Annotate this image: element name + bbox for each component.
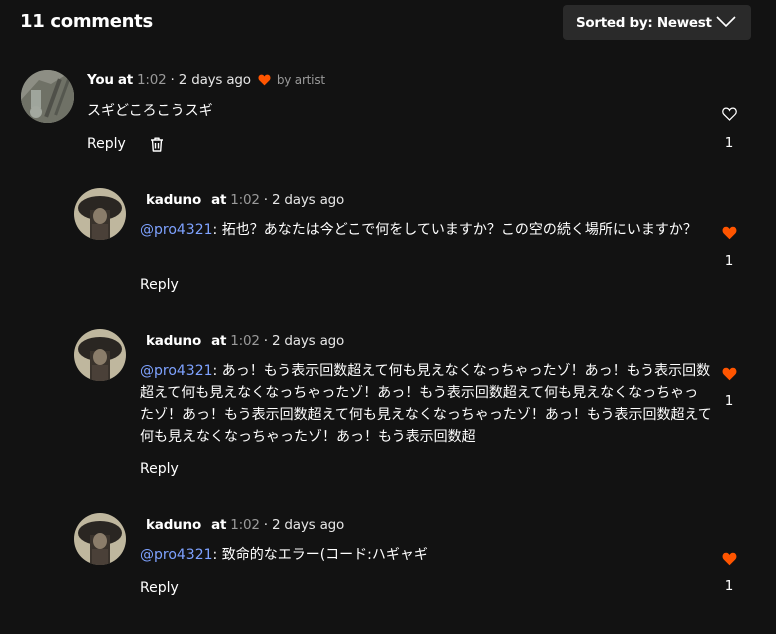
reply-button[interactable]: Reply [140,580,179,596]
avatar[interactable] [74,188,126,240]
comment-author[interactable]: kaduno [146,517,201,533]
like-count: 1 [724,253,734,269]
heart-filled-icon[interactable] [722,552,737,566]
heart-outline-icon[interactable] [722,107,737,121]
comment-at-label: at [117,72,133,88]
comment-text: @pro4321: 拓也？あなたは今どこで何をしていますか？この空の続く場所にい… [140,219,712,241]
artist-heart-icon [258,74,271,86]
comment-message: : 拓也？あなたは今どこで何をしていますか？この空の続く場所にいますか？ [212,222,697,238]
reply-button[interactable]: Reply [140,277,179,293]
avatar[interactable] [74,513,126,565]
comment-text: スギどころこうスギ [87,103,213,119]
comment-age: · 2 days ago [170,72,252,88]
comment-timestamp-link[interactable]: 1:02 [230,192,260,208]
like-count: 1 [724,135,734,151]
trash-icon[interactable] [150,137,164,152]
like-count: 1 [724,578,734,594]
comment-text: @pro4321: 致命的なエラー(コード:ハギャギ [140,544,712,566]
mention-link[interactable]: @pro4321 [140,547,213,563]
reply-button[interactable]: Reply [140,461,179,477]
comment-at-label: at [211,192,227,208]
comment-text: @pro4321: あっ！もう表示回数超えて何も見えなくなっちゃったゾ！あっ！も… [140,360,712,448]
sort-dropdown[interactable]: Sorted by: Newest [563,5,751,40]
comment-message: : あっ！もう表示回数超えて何も見えなくなっちゃったゾ！あっ！もう表示回数超えて… [140,363,712,445]
avatar[interactable] [21,70,74,123]
by-artist-label: by artist [276,73,325,87]
comment-author[interactable]: You [87,72,114,88]
comment-author[interactable]: kaduno [146,333,201,349]
heart-filled-icon[interactable] [722,226,737,240]
comment-at-label: at [211,517,227,533]
comment-timestamp-link[interactable]: 1:02 [137,72,167,88]
mention-link[interactable]: @pro4321 [140,222,213,238]
sort-label: Sorted by: Newest [576,14,712,31]
reply-button[interactable]: Reply [87,136,126,152]
comment-timestamp-link[interactable]: 1:02 [230,333,260,349]
chevron-down-icon [716,16,736,28]
comment-message: : 致命的なエラー(コード:ハギャギ [212,547,428,563]
mention-link[interactable]: @pro4321 [140,363,213,379]
comment-age: · 2 days ago [263,517,345,533]
comment-at-label: at [211,333,227,349]
comment-timestamp-link[interactable]: 1:02 [230,517,260,533]
heart-filled-icon[interactable] [722,367,737,381]
comment-age: · 2 days ago [263,333,345,349]
comments-count-title: 11 comments [20,11,153,32]
avatar[interactable] [74,329,126,381]
comment-author[interactable]: kaduno [146,192,201,208]
like-count: 1 [724,393,734,409]
comment-age: · 2 days ago [263,192,345,208]
